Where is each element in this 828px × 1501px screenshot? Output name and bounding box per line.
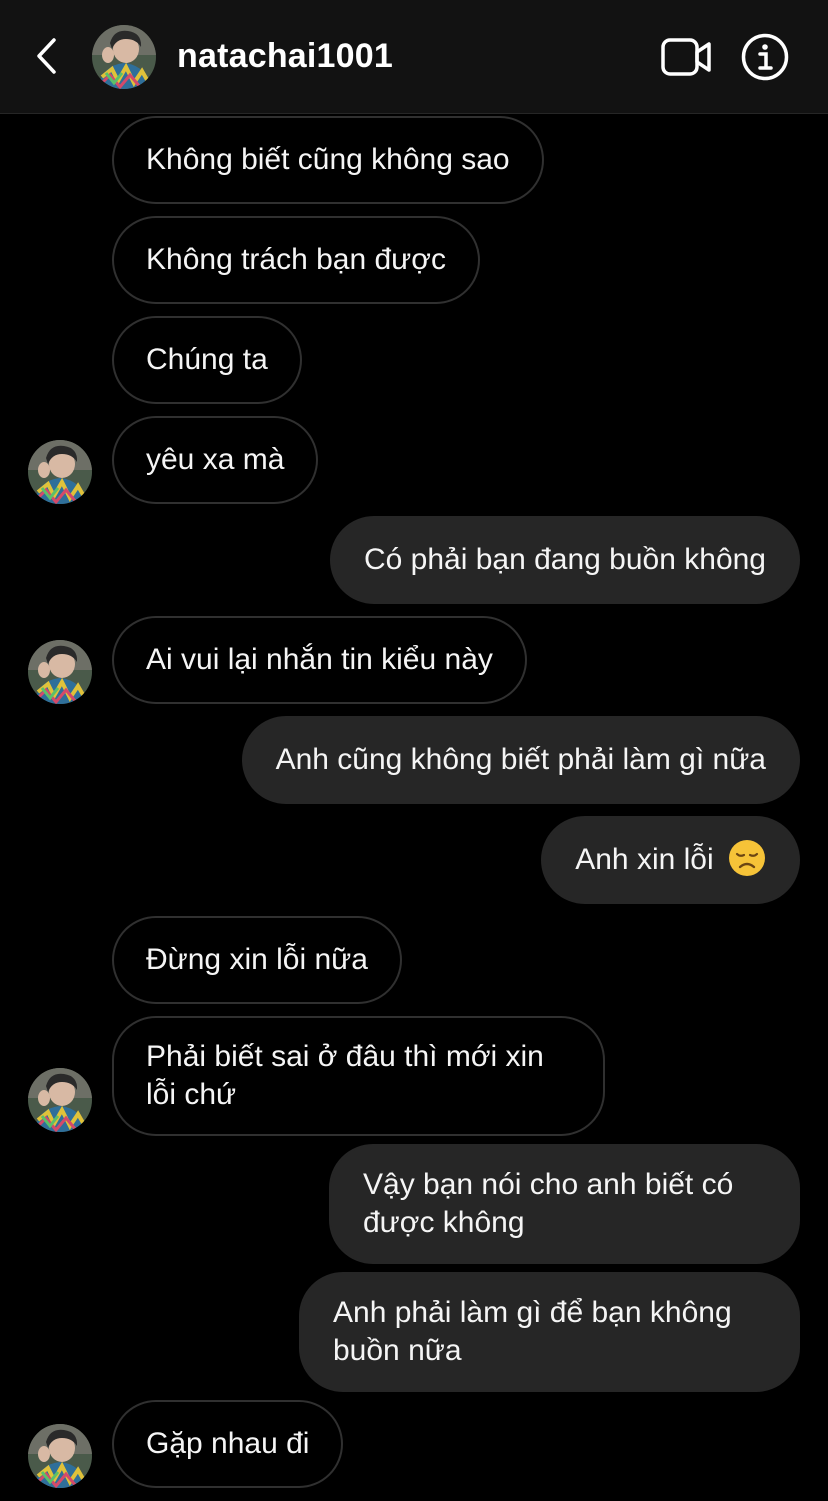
chat-username[interactable]: natachai1001 [177,36,393,76]
message-text: Không trách bạn được [146,243,446,276]
message-bubble-outgoing[interactable]: Anh phải làm gì để bạn không buồn nữa [299,1272,800,1392]
message-bubble-incoming[interactable]: Chúng ta [112,316,302,404]
sender-avatar[interactable] [28,1068,92,1132]
message-bubble-outgoing[interactable]: Có phải bạn đang buồn không [329,516,800,604]
message-text: Đừng xin lỗi nữa [146,943,368,976]
message-text: Chúng ta [146,343,268,376]
message-text: Vậy bạn nói cho anh biết có được không [363,1168,734,1239]
video-call-button[interactable] [660,36,712,78]
message-bubble-incoming[interactable]: yêu xa mà [112,416,319,504]
message-text: Gặp nhau đi [146,1427,310,1460]
avatar-image [28,1068,92,1132]
avatar-image [28,440,92,504]
message-text: Không biết cũng không sao [146,143,510,176]
message-text: Anh cũng không biết phải làm gì nữa [275,743,766,776]
message-text: Phải biết sai ở đâu thì mới xin lỗi chứ [146,1040,544,1111]
message-text: Ai vui lại nhắn tin kiểu này [146,643,493,676]
info-button[interactable] [741,33,789,81]
message-bubble-incoming[interactable]: Ai vui lại nhắn tin kiểu này [112,616,527,704]
sender-avatar[interactable] [28,1424,92,1488]
message-bubble-incoming[interactable]: Đừng xin lỗi nữa [112,916,402,1004]
message-bubble-incoming[interactable]: Phải biết sai ở đâu thì mới xin lỗi chứ [112,1016,605,1136]
disappointed-face-icon [729,840,765,877]
message-text: Anh phải làm gì để bạn không buồn nữa [333,1296,732,1367]
message-bubble-outgoing[interactable]: Vậy bạn nói cho anh biết có được không [329,1144,800,1264]
chat-header: natachai1001 [0,0,828,114]
message-bubble-incoming[interactable]: Không trách bạn được [112,216,480,304]
sender-avatar[interactable] [28,640,92,704]
message-text: Anh xin lỗi [575,843,714,876]
header-avatar[interactable] [92,25,156,89]
avatar-image [28,1424,92,1488]
info-icon [741,33,789,81]
message-text: Có phải bạn đang buồn không [363,543,766,576]
sender-avatar[interactable] [28,440,92,504]
chevron-left-icon [37,38,56,74]
message-text: yêu xa mà [146,443,285,476]
avatar-image [92,25,156,89]
video-camera-icon [661,38,711,76]
avatar-image [28,640,92,704]
message-bubble-outgoing[interactable]: Anh cũng không biết phải làm gì nữa [241,716,800,804]
message-bubble-incoming[interactable]: Không biết cũng không sao [112,116,544,204]
message-bubble-incoming[interactable]: Gặp nhau đi [112,1400,344,1488]
back-button[interactable] [28,36,64,76]
message-bubble-outgoing[interactable]: Anh xin lỗi [541,816,800,904]
